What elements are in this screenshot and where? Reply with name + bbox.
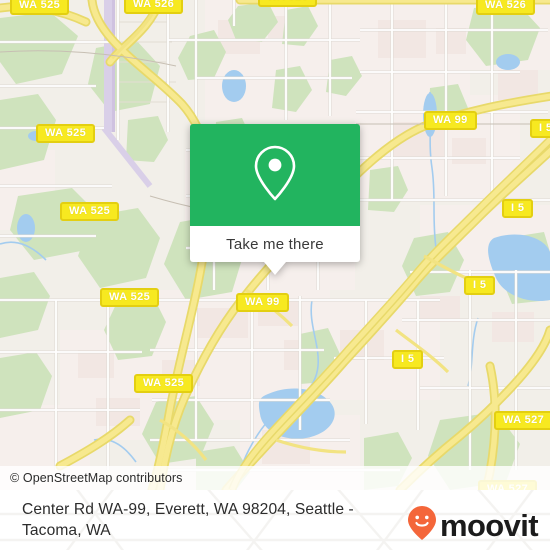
highway-shield: WA 527 [494,411,550,430]
highway-shield: WA 525 [134,374,194,393]
highway-shield: WA 526 [124,0,184,14]
highway-shield: WA 525 [10,0,70,15]
moovit-logo[interactable]: moovit [407,505,539,546]
moovit-pin-smiley-icon [407,505,437,546]
highway-shield: WA 525 [100,288,160,307]
highway-shield: I 5 [392,350,424,369]
highway-shield: WA 526 [258,0,318,7]
footer-bar: Center Rd WA-99, Everett, WA 98204, Seat… [0,490,550,550]
highway-shield: WA 99 [424,111,477,130]
map-pin-icon [251,143,299,208]
highway-shield: I 5 [502,199,534,218]
highway-shield: WA 525 [60,202,120,221]
popup-header [190,124,360,226]
highway-shield: WA 99 [236,293,289,312]
osm-attribution[interactable]: © OpenStreetMap contributors [0,466,550,490]
highway-shield: I 5 [530,119,550,138]
popup-pointer [264,262,286,275]
location-popup-card[interactable]: Take me there [190,124,360,275]
take-me-there-button[interactable]: Take me there [190,226,360,262]
map-screen: WA 525 WA 526 WA 526 WA 526 WA 525 WA 99 I 5 WA… [0,0,550,550]
highway-shield: WA 526 [476,0,536,15]
moovit-wordmark: moovit [439,508,539,543]
place-title: Center Rd WA-99, Everett, WA 98204, Seat… [22,501,354,539]
highway-shield: WA 525 [36,124,96,143]
highway-shield: I 5 [464,276,496,295]
